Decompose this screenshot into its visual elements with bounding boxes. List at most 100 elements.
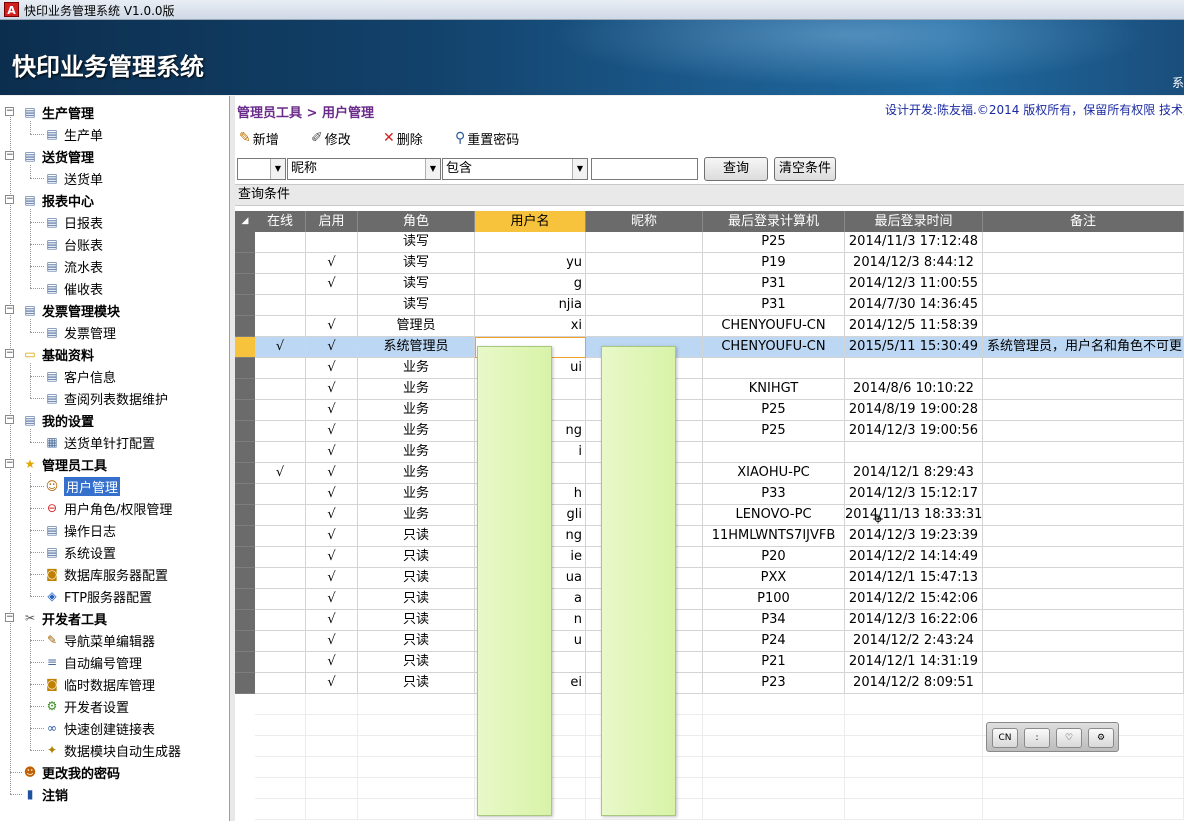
table-row[interactable]: 读写 P25 2014/11/3 17:12:48 bbox=[235, 232, 1184, 253]
cell-note[interactable] bbox=[983, 274, 1184, 295]
cell-enabled[interactable]: √ bbox=[306, 505, 358, 526]
cell-online[interactable] bbox=[255, 274, 306, 295]
sidebar-item-7-5[interactable]: ✦ 数据模块自动生成器 bbox=[44, 739, 181, 761]
heart-icon[interactable]: ♡ bbox=[1056, 728, 1082, 748]
row-indicator[interactable] bbox=[235, 337, 255, 358]
cell-role[interactable]: 只读 bbox=[358, 673, 475, 694]
cell-computer[interactable]: PXX bbox=[703, 568, 845, 589]
cell-enabled[interactable]: √ bbox=[306, 526, 358, 547]
row-indicator[interactable] bbox=[235, 400, 255, 421]
cell-online[interactable] bbox=[255, 631, 306, 652]
row-indicator[interactable] bbox=[235, 589, 255, 610]
cell-enabled[interactable]: √ bbox=[306, 673, 358, 694]
table-row[interactable]: √ 只读 ei P23 2014/12/2 8:09:51 bbox=[235, 673, 1184, 694]
sidebar-item-7-2[interactable]: ◙ 临时数据库管理 bbox=[44, 673, 155, 695]
sidebar-item-7-0[interactable]: ✎ 导航菜单编辑器 bbox=[44, 629, 155, 651]
cell-role[interactable]: 业务 bbox=[358, 358, 475, 379]
sidebar-group-0[interactable]: ▤ 生产管理 bbox=[22, 101, 94, 123]
cell-time[interactable] bbox=[845, 442, 983, 463]
row-indicator[interactable] bbox=[235, 295, 255, 316]
sidebar-item-7-3[interactable]: ⚙ 开发者设置 bbox=[44, 695, 129, 717]
cell-online[interactable] bbox=[255, 295, 306, 316]
tree-expander-icon[interactable]: − bbox=[5, 305, 14, 314]
cell-role[interactable]: 只读 bbox=[358, 652, 475, 673]
cell-online[interactable] bbox=[255, 400, 306, 421]
cell-note[interactable] bbox=[983, 547, 1184, 568]
cell-time[interactable]: 2015/5/11 15:30:49 bbox=[845, 337, 983, 358]
cell-note[interactable] bbox=[983, 610, 1184, 631]
cell-time[interactable]: 2014/12/5 11:58:39 bbox=[845, 316, 983, 337]
cell-online[interactable] bbox=[255, 358, 306, 379]
cell-computer[interactable] bbox=[703, 442, 845, 463]
cell-enabled[interactable]: √ bbox=[306, 547, 358, 568]
table-row[interactable]: √ 业务 gli LENOVO-PC 2014/11/13 18:33:31 bbox=[235, 505, 1184, 526]
table-row[interactable]: √ 只读 ng 11HMLWNTS7IJVFB 2014/12/3 19:23:39 bbox=[235, 526, 1184, 547]
cell-role[interactable]: 业务 bbox=[358, 400, 475, 421]
cell-time[interactable]: 2014/12/2 15:42:06 bbox=[845, 589, 983, 610]
sidebar-item-4-0[interactable]: ▤ 客户信息 bbox=[44, 365, 116, 387]
table-row[interactable]: √ √ 系统管理员 CHENYOUFU-CN 2015/5/11 15:30:49 系统管… bbox=[235, 337, 1184, 358]
cell-username[interactable]: njia bbox=[475, 295, 586, 316]
row-indicator[interactable] bbox=[235, 232, 255, 253]
row-indicator[interactable] bbox=[235, 484, 255, 505]
sidebar-item-6-5[interactable]: ◈ FTP服务器配置 bbox=[44, 585, 152, 607]
cell-note[interactable] bbox=[983, 568, 1184, 589]
cell-online[interactable] bbox=[255, 526, 306, 547]
cell-computer[interactable]: P25 bbox=[703, 421, 845, 442]
cell-note[interactable] bbox=[983, 316, 1184, 337]
row-indicator[interactable] bbox=[235, 421, 255, 442]
tree-expander-icon[interactable]: − bbox=[5, 613, 14, 622]
cell-time[interactable]: 2014/12/3 8:44:12 bbox=[845, 253, 983, 274]
cell-computer[interactable]: XIAOHU-PC bbox=[703, 463, 845, 484]
cell-role[interactable]: 只读 bbox=[358, 589, 475, 610]
cell-enabled[interactable]: √ bbox=[306, 442, 358, 463]
tree-expander-icon[interactable]: − bbox=[5, 349, 14, 358]
column-header-online[interactable]: 在线 bbox=[255, 211, 306, 232]
cell-computer[interactable]: P25 bbox=[703, 400, 845, 421]
cell-role[interactable]: 只读 bbox=[358, 631, 475, 652]
cell-note[interactable] bbox=[983, 253, 1184, 274]
edit-button[interactable]: ✐ 修改 bbox=[311, 128, 351, 148]
cell-time[interactable]: 2014/12/2 14:14:49 bbox=[845, 547, 983, 568]
cell-nickname[interactable] bbox=[586, 274, 703, 295]
table-row[interactable]: √ 只读 P21 2014/12/1 14:31:19 bbox=[235, 652, 1184, 673]
table-row[interactable]: √ 只读 u P24 2014/12/2 2:43:24 bbox=[235, 631, 1184, 652]
cell-time[interactable]: 2014/12/1 14:31:19 bbox=[845, 652, 983, 673]
table-row[interactable]: √ 业务 i bbox=[235, 442, 1184, 463]
tree-expander-icon[interactable]: − bbox=[5, 107, 14, 116]
sidebar-item-7-4[interactable]: ∞ 快速创建链接表 bbox=[44, 717, 155, 739]
cell-computer[interactable]: CHENYOUFU-CN bbox=[703, 316, 845, 337]
cell-role[interactable]: 业务 bbox=[358, 442, 475, 463]
cell-enabled[interactable] bbox=[306, 295, 358, 316]
row-indicator[interactable] bbox=[235, 526, 255, 547]
cell-time[interactable]: 2014/12/3 11:00:55 bbox=[845, 274, 983, 295]
row-indicator[interactable] bbox=[235, 442, 255, 463]
cell-role[interactable]: 读写 bbox=[358, 232, 475, 253]
row-indicator[interactable] bbox=[235, 610, 255, 631]
row-indicator[interactable] bbox=[235, 274, 255, 295]
table-row[interactable]: √ 业务 KNIHGT 2014/8/6 10:10:22 bbox=[235, 379, 1184, 400]
filter-keyword-input[interactable] bbox=[591, 158, 698, 180]
cell-time[interactable]: 2014/8/6 10:10:22 bbox=[845, 379, 983, 400]
sidebar-group-8[interactable]: ☻ 更改我的密码 bbox=[22, 761, 120, 783]
cell-computer[interactable]: LENOVO-PC bbox=[703, 505, 845, 526]
cell-enabled[interactable]: √ bbox=[306, 631, 358, 652]
cell-online[interactable]: √ bbox=[255, 463, 306, 484]
cell-enabled[interactable]: √ bbox=[306, 253, 358, 274]
cell-computer[interactable]: P21 bbox=[703, 652, 845, 673]
cell-role[interactable]: 只读 bbox=[358, 547, 475, 568]
filter-field-select[interactable]: 昵称 ▼ bbox=[287, 158, 441, 180]
cell-time[interactable]: 2014/7/30 14:36:45 bbox=[845, 295, 983, 316]
cell-enabled[interactable]: √ bbox=[306, 400, 358, 421]
cell-time[interactable]: 2014/8/19 19:00:28 bbox=[845, 400, 983, 421]
cell-time[interactable]: 2014/12/1 8:29:43 bbox=[845, 463, 983, 484]
table-row[interactable]: √ 业务 P25 2014/8/19 19:00:28 bbox=[235, 400, 1184, 421]
row-indicator[interactable] bbox=[235, 631, 255, 652]
sidebar-item-7-1[interactable]: ≡ 自动编号管理 bbox=[44, 651, 142, 673]
cell-enabled[interactable]: √ bbox=[306, 589, 358, 610]
row-indicator[interactable] bbox=[235, 358, 255, 379]
cell-time[interactable]: 2014/12/2 2:43:24 bbox=[845, 631, 983, 652]
row-indicator[interactable] bbox=[235, 505, 255, 526]
sidebar-item-3-0[interactable]: ▤ 发票管理 bbox=[44, 321, 116, 343]
sidebar-item-2-2[interactable]: ▤ 流水表 bbox=[44, 255, 103, 277]
